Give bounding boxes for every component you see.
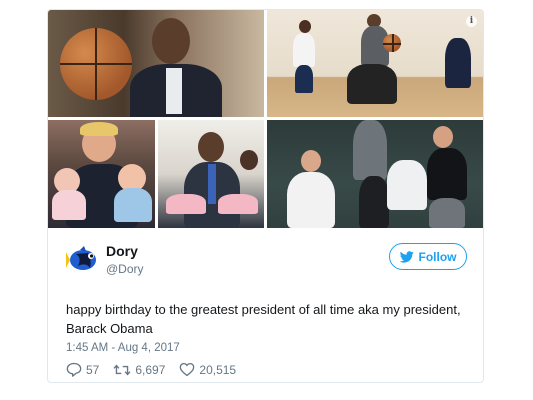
- player-shorts: [295, 65, 313, 93]
- like-count: 20,515: [199, 362, 237, 377]
- follow-label: Follow: [418, 249, 457, 264]
- tweet-body: Dory @Dory Follow happy birthday to the …: [48, 228, 483, 382]
- like-button[interactable]: 20,515: [179, 362, 236, 377]
- retweet-count: 6,697: [135, 362, 166, 377]
- dory-fish-icon: [66, 246, 96, 270]
- user-handle[interactable]: @Dory: [106, 262, 144, 276]
- basketball-shape: [383, 34, 401, 52]
- player-shape: [445, 38, 471, 88]
- tweet-text: happy birthday to the greatest president…: [66, 302, 461, 336]
- baby-shape: [218, 194, 258, 214]
- photo-4[interactable]: [158, 120, 264, 228]
- retweet-icon: [113, 363, 131, 376]
- player-shape: [353, 120, 387, 180]
- baby-shape: [166, 194, 206, 214]
- shirt-shape: [166, 68, 182, 114]
- reply-icon: [66, 362, 82, 377]
- player-head: [301, 150, 321, 172]
- photo-3[interactable]: [48, 120, 155, 228]
- reply-button[interactable]: 57: [66, 362, 99, 377]
- player-shape: [387, 160, 427, 210]
- player-shape: [287, 172, 335, 228]
- twitter-bird-icon: [399, 250, 414, 263]
- player-shape: [293, 33, 315, 67]
- heart-icon: [180, 362, 195, 377]
- player-shape: [427, 148, 467, 200]
- player-head: [299, 20, 311, 33]
- player-head: [433, 126, 453, 148]
- player-shorts: [429, 198, 465, 228]
- tie-shape: [208, 164, 216, 204]
- photo-2[interactable]: i: [267, 10, 483, 117]
- avatar[interactable]: [66, 244, 98, 276]
- basketball-shape: [60, 28, 132, 100]
- photo-grid: i: [48, 10, 483, 228]
- display-name[interactable]: Dory: [106, 243, 138, 259]
- head-shape: [240, 150, 258, 170]
- player-shape: [347, 64, 397, 104]
- info-icon[interactable]: i: [466, 16, 477, 27]
- photo-5[interactable]: [267, 120, 483, 228]
- head-shape: [198, 132, 224, 162]
- hair-shape: [80, 122, 118, 136]
- tweet-card: i Dory @Dory Follow happy birthday to th…: [47, 9, 484, 383]
- head-shape: [152, 18, 190, 64]
- action-bar: 57 6,697 20,515: [66, 362, 250, 377]
- baby-shape: [52, 190, 86, 220]
- baby-shape: [114, 188, 152, 222]
- reply-count: 57: [86, 362, 100, 377]
- timestamp[interactable]: 1:45 AM - Aug 4, 2017: [66, 342, 180, 354]
- retweet-button[interactable]: 6,697: [113, 363, 165, 377]
- photo-1[interactable]: [48, 10, 264, 117]
- follow-button[interactable]: Follow: [389, 243, 467, 270]
- player-shape: [359, 176, 389, 228]
